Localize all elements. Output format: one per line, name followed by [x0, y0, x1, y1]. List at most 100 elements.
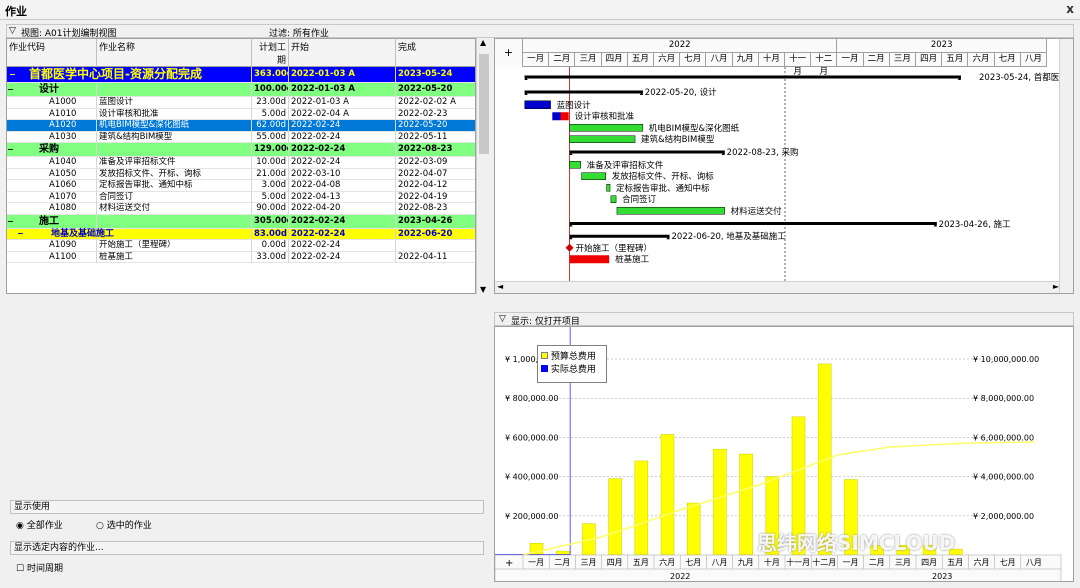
gantt-milestone — [565, 243, 574, 252]
collapse-toggle-icon[interactable]: − — [7, 143, 14, 156]
timeline-month: 十月 — [758, 53, 785, 67]
row-cell-name: 蓝图设计 — [97, 97, 252, 109]
row-cell-finish: 2022-02-23 — [396, 109, 475, 120]
row-code-text: A1030 — [49, 131, 77, 142]
table-row[interactable]: A1020 机电BIM模型&深化图纸 62.00d 2022-02-24 2022-05… — [7, 120, 475, 132]
table-row[interactable]: A1050 发放招标文件、开标、询标 21.00d 2022-03-10 2022-04… — [7, 168, 475, 180]
scroll-down-icon[interactable]: ▼ — [480, 285, 486, 294]
collapse-toggle-icon[interactable]: − — [7, 83, 14, 96]
col-finish[interactable]: 完成 — [396, 39, 475, 67]
profile-dropdown-icon[interactable]: ▽ — [499, 314, 506, 324]
row-start-text: 2022-02-24 — [291, 120, 341, 130]
row-finish-text: 2022-08-23 — [398, 144, 453, 154]
row-cell-code: A1030 — [7, 131, 97, 143]
gantt-critical-bar — [569, 255, 610, 264]
col-code[interactable]: 作业代码 — [7, 39, 97, 67]
table-row[interactable]: A1000 蓝图设计 23.00d 2022-01-03 A 2022-02-02 A — [7, 97, 475, 109]
timeline-month: 七月 — [680, 53, 707, 67]
close-icon[interactable]: x — [1066, 2, 1074, 16]
gantt-label: 材料运送交付 — [730, 206, 782, 217]
table-row[interactable]: A1040 准备及评审招标文件 10.00d 2022-02-24 2022-03-09 — [7, 157, 475, 169]
row-name-text: 定标报告审批、通知中标 — [99, 180, 193, 190]
row-cell-finish: 2022-06-20 — [396, 229, 475, 240]
collapse-toggle-icon[interactable]: − — [9, 67, 16, 82]
timeline-month: 九月 — [738, 558, 754, 567]
timeline-expand-icon[interactable]: + — [495, 39, 523, 67]
radio-all[interactable]: ◉ 全部作业 — [16, 518, 63, 531]
row-name-text: 建筑&结构BIM模型 — [99, 131, 173, 142]
row-finish-text: 2022-04-12 — [398, 180, 448, 190]
table-row[interactable]: −首都医学中心项目-资源分配完成363.00d2022-01-03 A2023-… — [7, 67, 475, 83]
profile-header: ▽ 显示: 仅打开项目 — [494, 312, 1074, 327]
gantt-vscroll[interactable] — [1059, 39, 1073, 293]
scroll-thumb[interactable] — [479, 54, 489, 154]
time-period-checkbox[interactable]: ☐ 时间周期 — [16, 561, 63, 574]
timeline-month: 四月 — [601, 53, 628, 67]
gantt-hscroll[interactable]: ◄ ► — [495, 281, 1061, 293]
timeline-month: 五月 — [942, 53, 969, 67]
timeline-month: 六月 — [654, 53, 681, 67]
row-cell-dur: 5.00d — [252, 191, 289, 203]
legend-actual: 实际总费用 — [541, 362, 603, 375]
col-duration[interactable]: 计划工期 — [252, 39, 289, 67]
row-start-text: 2022-02-04 A — [291, 108, 349, 119]
chart-legend: 预算总费用 实际总费用 — [537, 345, 607, 383]
row-cell-code: − 首都医学中心项目-资源分配完成 — [7, 67, 252, 83]
table-row[interactable]: A1030 建筑&结构BIM模型 55.00d 2022-02-24 2022-05-1… — [7, 131, 475, 143]
row-cell-dur: 62.00d — [252, 120, 289, 132]
display-use-section: 显示使用 — [10, 500, 484, 514]
row-cell-dur: 5.00d — [252, 108, 289, 120]
time-period-label: 时间周期 — [26, 564, 63, 574]
budget-bar — [686, 502, 701, 556]
budget-bar — [660, 434, 675, 556]
table-vscroll[interactable]: ▲ ▼ — [476, 38, 490, 294]
col-name[interactable]: 作业名称 — [97, 39, 252, 67]
gantt-chart: +2022 2023 一月 二月 三月 四月 五月 六月 七月 八月 九月 十月 十一月 十二月 一月 二月三… — [494, 38, 1074, 294]
gantt-label: 2022-05-20, 设计 — [644, 88, 717, 98]
radio-unchecked-icon[interactable]: ○ — [96, 521, 104, 531]
row-start-text: 2022-02-24 — [291, 215, 346, 226]
view-dropdown-icon[interactable]: ▽ — [9, 26, 16, 36]
row-cell-start: 2022-02-24 — [289, 240, 396, 252]
row-cell-finish: 2023-04-26 — [396, 215, 475, 229]
timeline-month: 六月 — [659, 557, 675, 567]
timeline-month: 四月 — [921, 558, 937, 567]
table-row[interactable]: A1060 定标报告审批、通知中标 3.00d 2022-04-08 2022-04-1… — [7, 180, 475, 192]
show-selected-section: 显示选定内容的作业... — [10, 541, 484, 555]
table-row[interactable]: A1070 合同签订 5.00d 2022-04-13 2022-04-19 — [7, 191, 475, 203]
collapse-toggle-icon[interactable]: − — [7, 215, 14, 228]
gantt-task-bar — [569, 135, 636, 143]
timeline-month: 五月 — [627, 53, 654, 67]
row-dur-text: 10.00d — [256, 157, 286, 167]
row-cell-dur: 0.00d — [252, 240, 289, 252]
table-row[interactable]: − 采购 129.00d2022-02-24 2022-08-23 — [7, 143, 475, 157]
timeline-month: 六月 — [974, 557, 990, 567]
budget-bar — [634, 460, 649, 556]
collapse-toggle-icon[interactable]: − — [17, 229, 24, 240]
checkbox-icon[interactable]: ☐ — [16, 564, 24, 574]
gantt-summary-bar — [569, 150, 725, 154]
budget-bar — [608, 478, 622, 556]
activity-table: 作业代码 作业名称 计划工期 开始 完成 − 首都医学中心项目-资源分配完成 363… — [6, 38, 476, 294]
col-start[interactable]: 开始 — [289, 39, 396, 67]
table-row[interactable]: A1100 桩基施工 33.00d 2022-02-24 2022-04-11 — [7, 251, 475, 263]
row-dur-text: 129.00d — [254, 144, 288, 154]
table-row[interactable]: − 地基及基础施工 83.00d 2022-02-24 2022-06-20 — [7, 228, 475, 240]
radio-checked-icon[interactable]: ◉ — [16, 521, 24, 531]
table-row[interactable]: A1010 设计审核和批准 5.00d 2022-02-04 A 2022-02-23 — [7, 108, 475, 120]
row-finish-text: 2022-02-02 A — [398, 97, 456, 107]
row-start-text: 2022-04-08 — [291, 180, 341, 190]
timeline-month: 二月 — [869, 558, 885, 567]
table-row[interactable]: − 设计 100.00d2022-01-03 A 2022-05-20 — [7, 83, 475, 97]
row-cell-start: 2022-04-20 — [289, 203, 396, 215]
scroll-left-icon[interactable]: ◄ — [497, 282, 503, 291]
timeline-month: 八月 — [1020, 53, 1047, 67]
table-row[interactable]: A1090 开始施工（里程碑） 0.00d 2022-02-24 — [7, 240, 475, 252]
row-cell-code: A1090 — [7, 240, 97, 252]
row-cell-name: 桩基施工 — [97, 251, 252, 263]
radio-selected[interactable]: ○ 选中的作业 — [96, 518, 152, 531]
table-row[interactable]: A1080 材料运送交付 90.00d 2022-04-20 2022-08-23 — [7, 203, 475, 215]
scroll-up-icon[interactable]: ▲ — [480, 38, 486, 47]
table-row[interactable]: − 施工 305.00d2022-02-24 2023-04-26 — [7, 214, 475, 229]
row-dur-text: 62.00d — [256, 120, 286, 130]
